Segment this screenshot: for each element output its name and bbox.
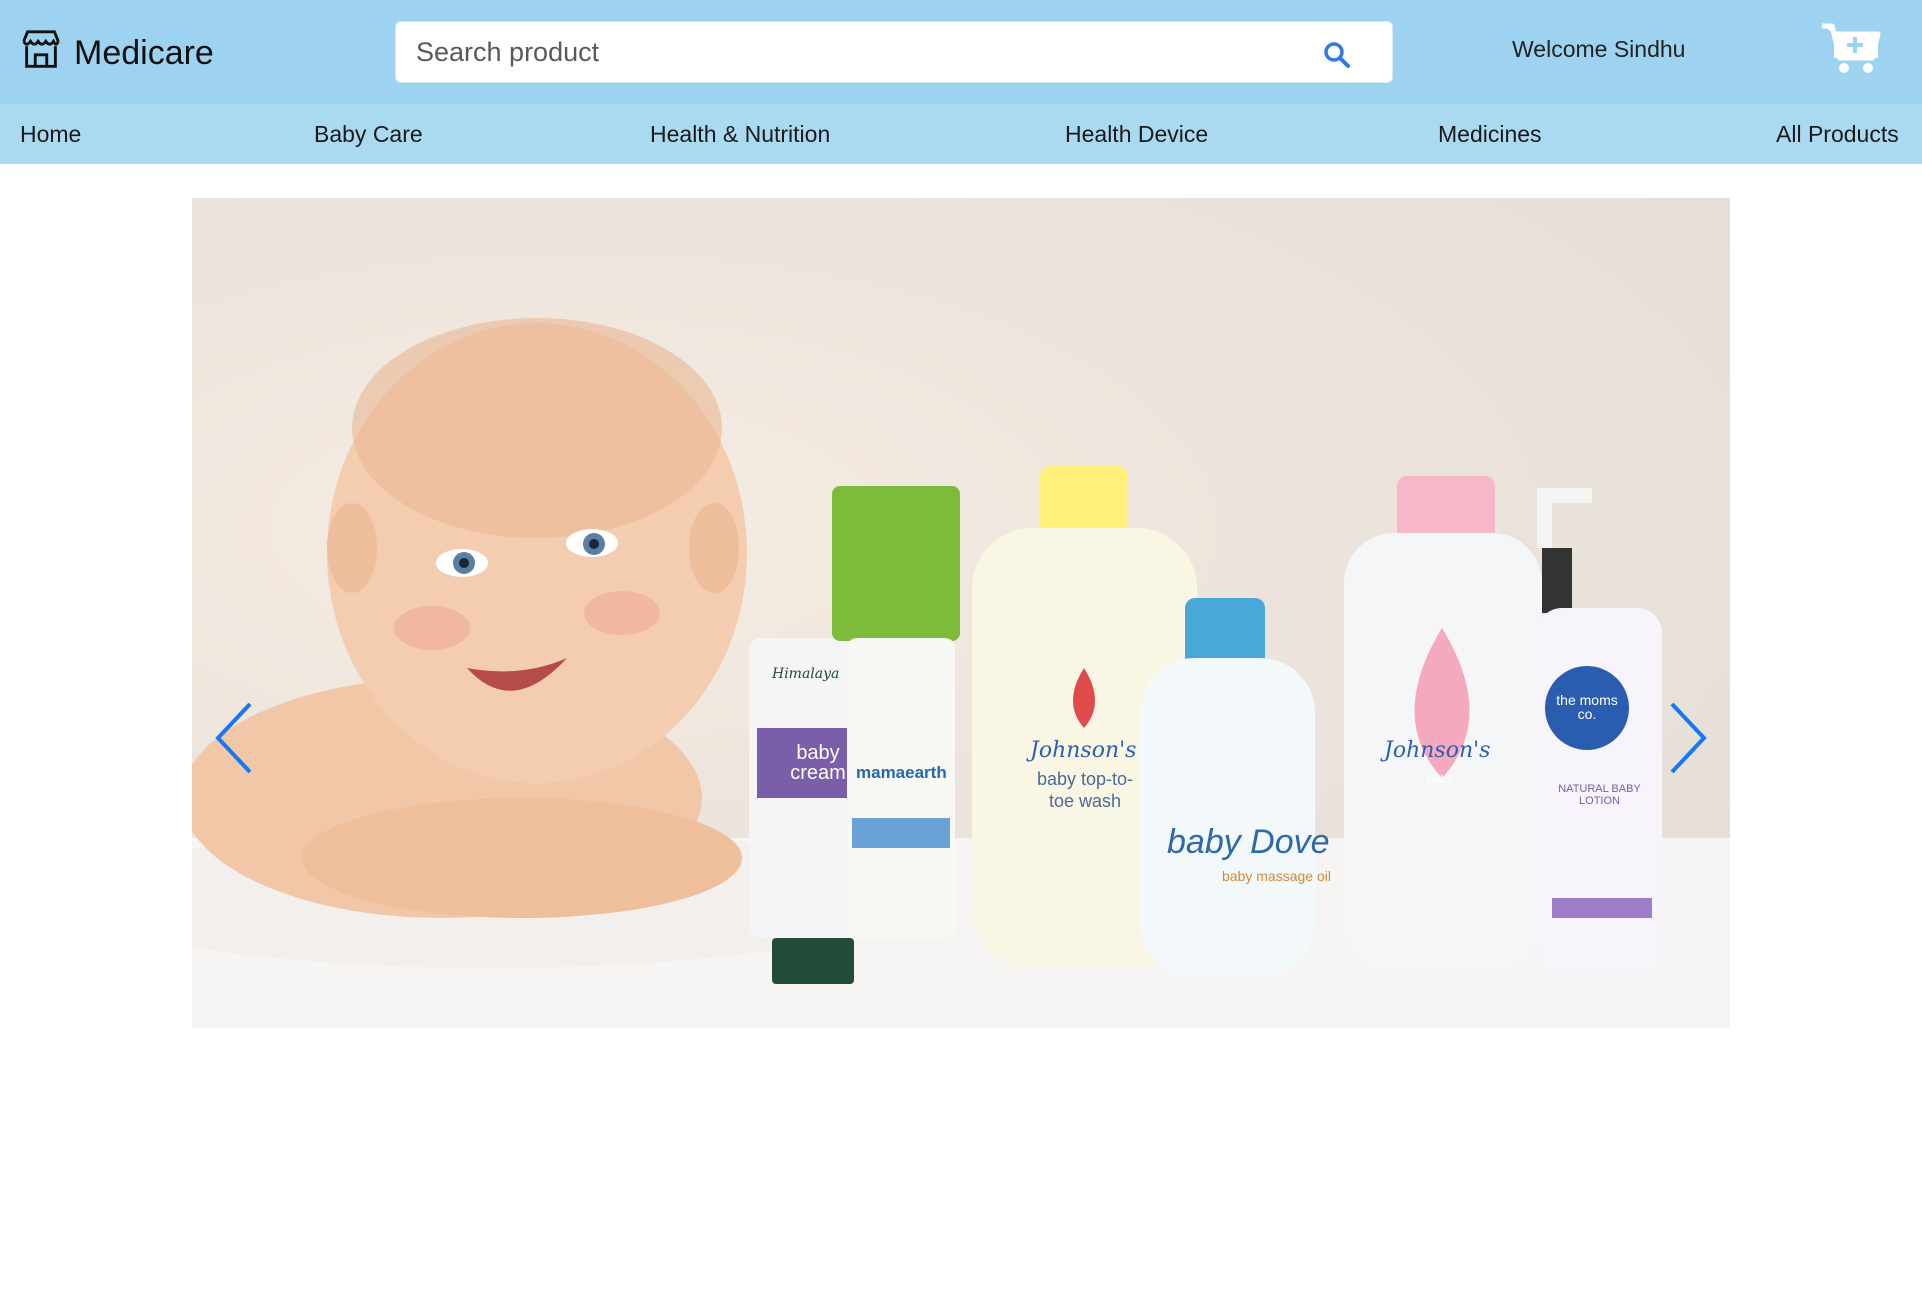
welcome-text: Welcome Sindhu	[1512, 36, 1686, 62]
nav-baby-care[interactable]: Baby Care	[314, 121, 423, 148]
cart-plus-icon[interactable]	[1820, 20, 1882, 76]
category-nav: Home Baby Care Health & Nutrition Health…	[0, 104, 1922, 164]
hero-carousel: Himalaya baby cream mamaearth Johnson's …	[192, 198, 1730, 1028]
brand-name: Medicare	[74, 33, 214, 72]
nav-home[interactable]: Home	[20, 121, 81, 148]
carousel-slide-image	[192, 318, 1730, 1028]
nav-medicines[interactable]: Medicines	[1438, 121, 1542, 148]
search-box	[395, 21, 1393, 83]
search-icon[interactable]	[1322, 40, 1352, 70]
chevron-right-icon[interactable]	[1662, 698, 1712, 778]
search-input[interactable]	[416, 22, 1296, 82]
nav-all-products[interactable]: All Products	[1776, 121, 1899, 148]
chevron-left-icon[interactable]	[210, 698, 260, 778]
brand-logo[interactable]: Medicare	[18, 28, 214, 78]
nav-health-nutrition[interactable]: Health & Nutrition	[650, 121, 830, 148]
header-bar: Medicare Welcome Sindhu	[0, 0, 1922, 104]
store-icon	[18, 26, 64, 81]
nav-health-device[interactable]: Health Device	[1065, 121, 1208, 148]
